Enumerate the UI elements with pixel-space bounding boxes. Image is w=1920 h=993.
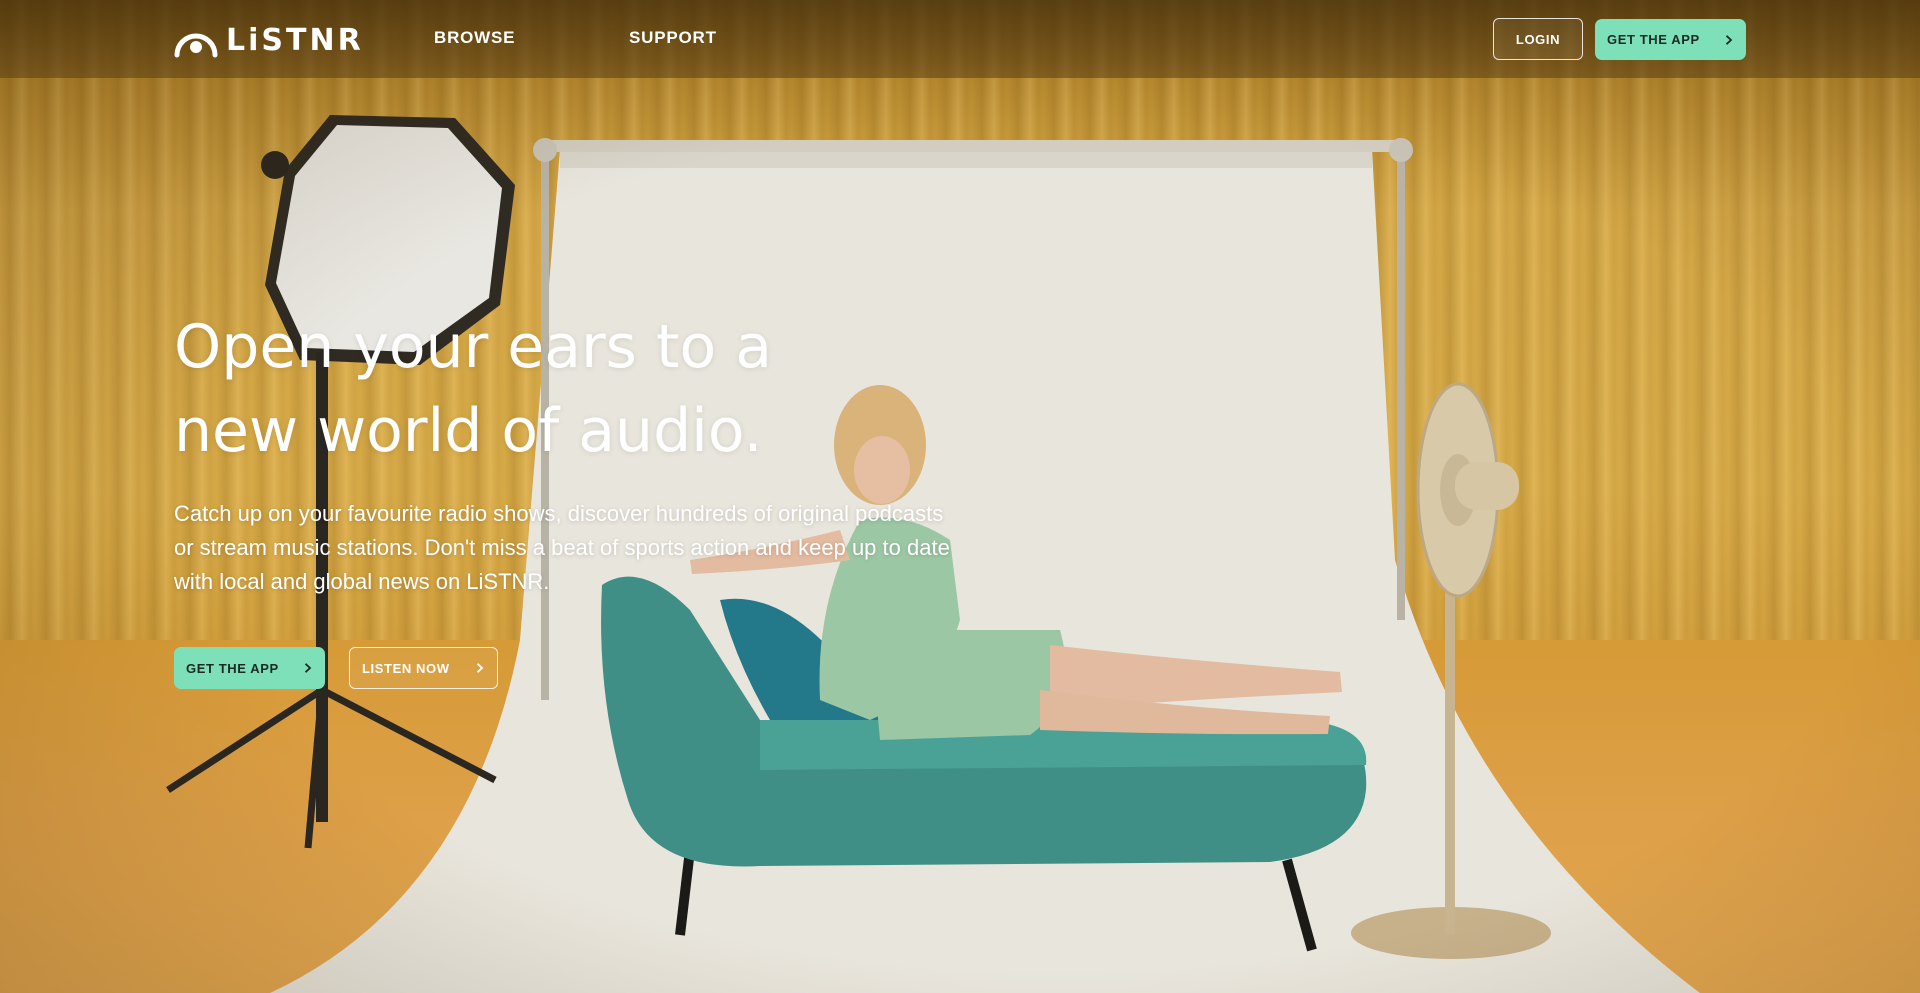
- chevron-right-icon: [1724, 34, 1734, 45]
- brand-logo[interactable]: LiSTNR: [174, 20, 364, 60]
- login-button-label: LOGIN: [1515, 31, 1561, 47]
- get-the-app-label: GET THE APP: [1607, 32, 1700, 47]
- chevron-right-icon: [475, 663, 485, 673]
- hero-headline: Open your ears to a new world of audio.: [174, 312, 773, 466]
- listen-now-label: LISTEN NOW: [362, 660, 450, 676]
- nav-browse-link[interactable]: BROWSE: [434, 28, 515, 48]
- hero-description: Catch up on your favourite radio shows, …: [174, 501, 950, 594]
- login-button[interactable]: LOGIN: [1493, 18, 1583, 60]
- listnr-logo-icon: [174, 33, 218, 58]
- chevron-right-icon: [303, 663, 313, 673]
- get-the-app-button[interactable]: GET THE APP: [174, 647, 325, 689]
- top-navigation: LiSTNR BROWSE SUPPORT LOGIN GET THE APP: [0, 0, 1920, 78]
- get-the-app-label: GET THE APP: [186, 660, 279, 676]
- get-the-app-button-header[interactable]: GET THE APP: [1595, 19, 1746, 60]
- brand-name: LiSTNR: [226, 22, 364, 58]
- listen-now-button[interactable]: LISTEN NOW: [349, 647, 498, 689]
- nav-support-link[interactable]: SUPPORT: [629, 28, 717, 48]
